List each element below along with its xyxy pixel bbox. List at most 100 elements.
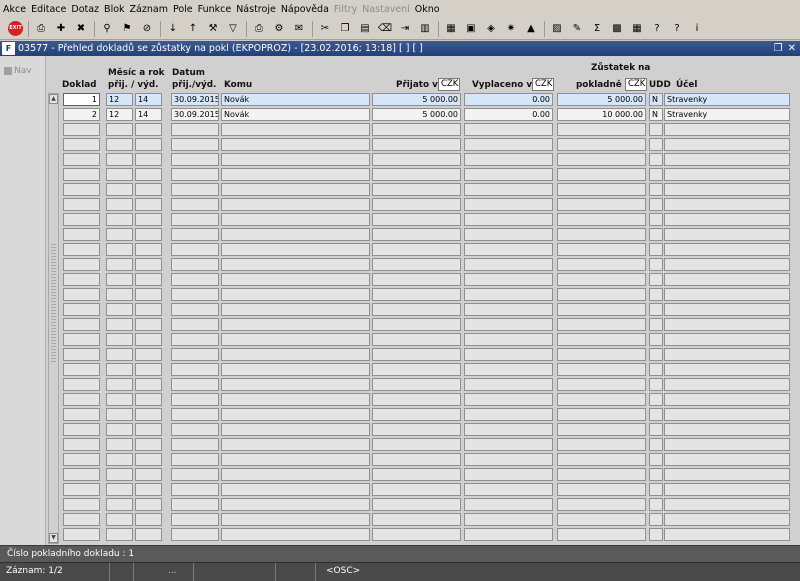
cell-zustatek[interactable] (557, 318, 646, 331)
cell-ucel[interactable] (664, 198, 790, 211)
cell-vyplaceno[interactable] (464, 153, 553, 166)
mail-icon[interactable]: ✉ (291, 21, 307, 37)
cell-datum[interactable] (171, 348, 219, 361)
cell-ucel[interactable] (664, 528, 790, 541)
cell-prijato[interactable] (372, 258, 461, 271)
cell-komu[interactable] (221, 483, 370, 496)
cell-komu[interactable] (221, 138, 370, 151)
menu-item-0[interactable]: Akce (3, 4, 26, 15)
cell-ucel[interactable] (664, 363, 790, 376)
cell-udd[interactable] (649, 333, 663, 346)
cell-rok[interactable] (135, 468, 162, 481)
cell-prijato[interactable] (372, 288, 461, 301)
cell-doklad[interactable] (63, 498, 100, 511)
star-icon[interactable]: ✷ (503, 21, 519, 37)
cell-ucel[interactable]: Stravenky (664, 108, 790, 121)
cell-ucel[interactable] (664, 513, 790, 526)
cell-ucel[interactable] (664, 168, 790, 181)
print-icon[interactable]: ⎙ (251, 21, 267, 37)
cell-vyplaceno[interactable] (464, 513, 553, 526)
cell-zustatek[interactable] (557, 213, 646, 226)
cell-vyplaceno[interactable] (464, 288, 553, 301)
cell-datum[interactable] (171, 408, 219, 421)
cell-vyplaceno[interactable] (464, 483, 553, 496)
cell-prijato[interactable] (372, 168, 461, 181)
cell-zustatek[interactable] (557, 153, 646, 166)
cell-mesic[interactable] (106, 453, 133, 466)
cell-mesic[interactable] (106, 483, 133, 496)
cell-udd[interactable] (649, 378, 663, 391)
cell-ucel[interactable] (664, 303, 790, 316)
query-icon[interactable]: ⚲ (99, 21, 115, 37)
cell-ucel[interactable] (664, 318, 790, 331)
cell-zustatek[interactable] (557, 513, 646, 526)
cell-mesic[interactable] (106, 513, 133, 526)
cell-mesic[interactable] (106, 213, 133, 226)
menu-item-4[interactable]: Záznam (130, 4, 168, 15)
cell-prijato[interactable] (372, 423, 461, 436)
cell-doklad[interactable]: 1 (63, 93, 100, 106)
menu-item-1[interactable]: Editace (31, 4, 66, 15)
cell-mesic[interactable] (106, 153, 133, 166)
cell-zustatek[interactable] (557, 498, 646, 511)
cell-udd[interactable] (649, 438, 663, 451)
cell-ucel[interactable] (664, 408, 790, 421)
cell-udd[interactable] (649, 348, 663, 361)
cell-ucel[interactable] (664, 483, 790, 496)
cell-udd[interactable] (649, 123, 663, 136)
menu-item-6[interactable]: Funkce (198, 4, 232, 15)
cell-zustatek[interactable]: 10 000.00 (557, 108, 646, 121)
cell-doklad[interactable] (63, 183, 100, 196)
help-icon[interactable]: ? (649, 21, 665, 37)
cell-rok[interactable] (135, 258, 162, 271)
cell-udd[interactable] (649, 423, 663, 436)
cell-zustatek[interactable] (557, 228, 646, 241)
cell-doklad[interactable] (63, 288, 100, 301)
cell-komu[interactable] (221, 348, 370, 361)
cell-komu[interactable] (221, 213, 370, 226)
scroll-thumb[interactable] (51, 244, 56, 364)
cell-udd[interactable] (649, 168, 663, 181)
cell-datum[interactable] (171, 153, 219, 166)
cell-ucel[interactable] (664, 153, 790, 166)
currency-vyplaceno[interactable]: CZK (532, 78, 554, 91)
close-window-icon[interactable]: ✕ (788, 43, 796, 54)
cell-prijato[interactable] (372, 153, 461, 166)
cell-datum[interactable] (171, 228, 219, 241)
cell-ucel[interactable] (664, 228, 790, 241)
execute-query-icon[interactable]: ⚑ (119, 21, 135, 37)
cell-doklad[interactable] (63, 123, 100, 136)
cell-doklad[interactable] (63, 348, 100, 361)
cell-udd[interactable] (649, 513, 663, 526)
cell-komu[interactable] (221, 303, 370, 316)
cell-zustatek[interactable] (557, 483, 646, 496)
cell-datum[interactable]: 30.09.2015 (171, 93, 219, 106)
cell-ucel[interactable] (664, 123, 790, 136)
cell-rok[interactable] (135, 423, 162, 436)
cell-komu[interactable]: Novák (221, 108, 370, 121)
cancel-query-icon[interactable]: ⊘ (139, 21, 155, 37)
cell-vyplaceno[interactable] (464, 453, 553, 466)
cell-prijato[interactable] (372, 138, 461, 151)
cell-komu[interactable] (221, 198, 370, 211)
cell-rok[interactable] (135, 333, 162, 346)
cell-mesic[interactable] (106, 228, 133, 241)
currency-zustatek[interactable]: CZK (625, 78, 647, 91)
cell-komu[interactable] (221, 123, 370, 136)
cell-mesic[interactable] (106, 123, 133, 136)
cell-komu[interactable] (221, 453, 370, 466)
cell-datum[interactable] (171, 528, 219, 541)
cell-doklad[interactable] (63, 198, 100, 211)
cell-udd[interactable] (649, 393, 663, 406)
cell-zustatek[interactable] (557, 288, 646, 301)
cell-komu[interactable] (221, 513, 370, 526)
cell-doklad[interactable] (63, 318, 100, 331)
cell-rok[interactable] (135, 138, 162, 151)
cell-komu[interactable] (221, 498, 370, 511)
cell-zustatek[interactable] (557, 168, 646, 181)
cell-ucel[interactable] (664, 348, 790, 361)
cell-mesic[interactable] (106, 303, 133, 316)
cell-vyplaceno[interactable] (464, 528, 553, 541)
cell-vyplaceno[interactable] (464, 228, 553, 241)
cell-doklad[interactable] (63, 363, 100, 376)
